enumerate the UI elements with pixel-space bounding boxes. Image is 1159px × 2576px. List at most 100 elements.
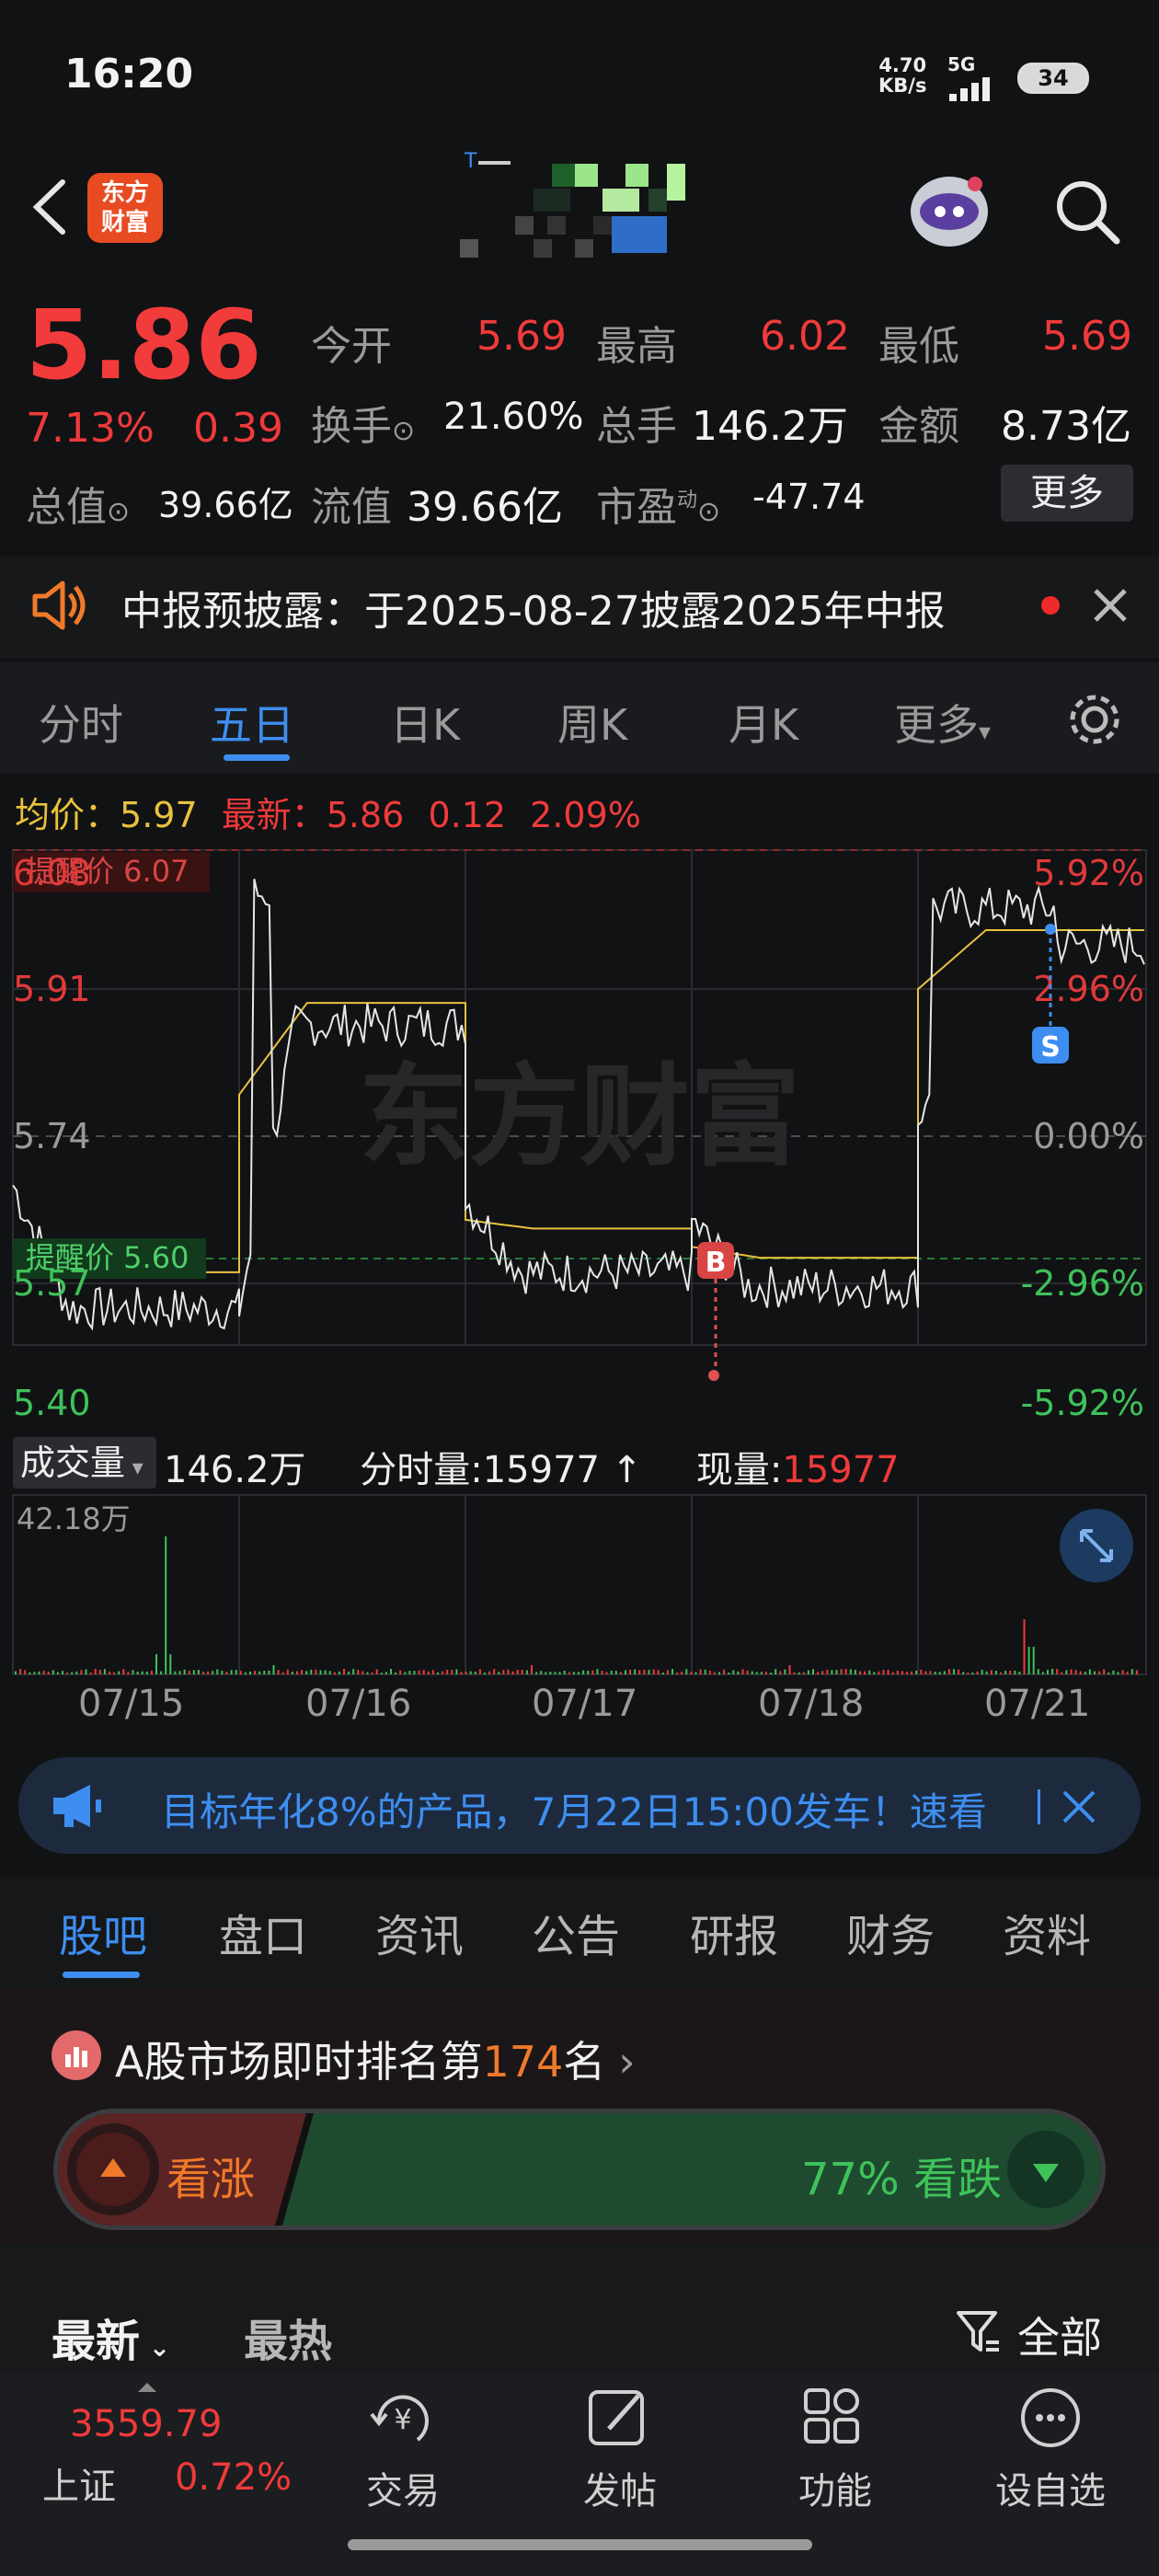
index-name[interactable]: 上证 (42, 2456, 116, 2510)
index-change[interactable]: 0.72% (175, 2456, 292, 2499)
tab-announcements[interactable]: 公告 (532, 1900, 620, 1964)
volume-bar (681, 1671, 683, 1674)
tab-daily-k[interactable]: 日K (390, 692, 460, 753)
latest-label: 最新： (221, 795, 327, 835)
volume-bar (165, 1536, 167, 1674)
volume-bar (498, 1672, 500, 1674)
ranking-chart-icon (52, 2030, 101, 2080)
volume-label: 总手 (596, 403, 677, 450)
volume-bar (178, 1671, 181, 1674)
nav-add-watchlist[interactable]: 设自选 (977, 2461, 1124, 2514)
volume-bar (981, 1670, 983, 1674)
latest-change-pct: 2.09% (530, 795, 641, 835)
apps-grid-icon[interactable] (798, 2385, 872, 2455)
app-logo[interactable]: 东方 财富 (87, 173, 163, 243)
volume-bar (605, 1672, 608, 1674)
tab-intraday[interactable]: 分时 (39, 692, 123, 753)
axis-left-tick-0: 6.08 (13, 853, 91, 893)
vote-up-label[interactable]: 看涨 (166, 2143, 255, 2207)
logo-text-bottom: 财富 (100, 209, 149, 236)
robot-assistant-icon[interactable] (903, 161, 995, 257)
volume-bar (361, 1671, 364, 1674)
back-icon[interactable] (26, 175, 72, 243)
tab-forum[interactable]: 股吧 (59, 1900, 147, 1964)
info-icon[interactable]: ⊙ (697, 496, 720, 528)
promo-text[interactable]: 目标年化8%的产品，7月22日15:00发车！速看 (161, 1781, 1035, 1837)
nav-trade[interactable]: 交易 (329, 2461, 476, 2514)
close-icon[interactable] (1090, 585, 1130, 629)
tab-profile[interactable]: 资料 (1003, 1900, 1091, 1964)
volume-bar (174, 1671, 177, 1674)
more-button[interactable]: 更多 (1001, 465, 1133, 522)
info-icon[interactable]: ⊙ (392, 415, 415, 447)
volume-bar (47, 1672, 50, 1674)
axis-right-tick-3: -2.96% (1021, 1263, 1144, 1304)
tab-monthly-k[interactable]: 月K (729, 692, 798, 753)
vote-down-label[interactable]: 看跌 (913, 2154, 1002, 2205)
market-ranking[interactable]: A股市场即时排名第174名 › (115, 2029, 636, 2089)
volume-bar (1084, 1672, 1086, 1674)
five-day-chart[interactable]: 东方财富 提醒价 6.07 提醒价 5.60 6.08 5.91 5.74 5.… (0, 837, 1159, 1748)
settings-gear-icon[interactable] (1065, 690, 1124, 753)
volume-indicator-selector[interactable]: 成交量 ▾ (13, 1437, 156, 1489)
volume-selector-label: 成交量 (20, 1443, 126, 1483)
volume-bar (967, 1672, 970, 1674)
tab-five-day[interactable]: 五日 (210, 692, 294, 753)
volume-bar (343, 1669, 345, 1674)
tab-research[interactable]: 研报 (690, 1900, 778, 1964)
filter-all[interactable]: 全部 (1017, 2305, 1102, 2365)
volume-bar (962, 1672, 965, 1674)
volume-bar (469, 1671, 472, 1674)
volume-bar (328, 1671, 331, 1674)
volume-bar (113, 1672, 116, 1674)
nav-functions[interactable]: 功能 (762, 2461, 909, 2514)
volume-bar (953, 1669, 955, 1674)
volume-bar (784, 1669, 786, 1674)
close-icon[interactable] (1061, 1788, 1097, 1829)
volume-bar (418, 1670, 420, 1674)
filter-icon[interactable] (955, 2307, 1003, 2359)
more-dots-icon[interactable] (1014, 2385, 1087, 2455)
tab-news[interactable]: 资讯 (375, 1900, 464, 1964)
feed-sort-hot[interactable]: 最热 (244, 2305, 332, 2369)
volume-bar (545, 1672, 547, 1674)
info-icon[interactable]: ⊙ (107, 496, 130, 528)
network-speed-value: 4.70 (878, 54, 927, 76)
volume-bar (558, 1672, 561, 1674)
volume-bar (446, 1670, 449, 1674)
tab-orderbook[interactable]: 盘口 (219, 1900, 307, 1964)
nav-post[interactable]: 发帖 (546, 2461, 694, 2514)
volume-bar (985, 1671, 988, 1674)
axis-right-tick-2: 0.00% (1033, 1116, 1144, 1156)
tab-more[interactable]: 更多▾ (894, 692, 991, 753)
notice-text[interactable]: 中报预披露：于2025-08-27披露2025年中报 (121, 578, 946, 637)
volume-bar (1047, 1670, 1049, 1674)
network-speed: 4.70 KB/s (878, 55, 926, 96)
date-tick-4: 07/21 (984, 1683, 1090, 1725)
edit-post-icon[interactable] (583, 2385, 657, 2455)
volume-bar (971, 1672, 974, 1674)
volume-bar (145, 1672, 148, 1674)
ranking-suffix: 名 (563, 2037, 606, 2087)
volume-bar (183, 1669, 186, 1674)
trade-icon[interactable]: ¥ (366, 2385, 440, 2455)
volume-bar (924, 1671, 927, 1674)
volume-bar (788, 1665, 791, 1674)
vote-down-button[interactable] (1000, 2123, 1092, 2215)
vote-up-button[interactable] (67, 2123, 159, 2215)
tab-weekly-k[interactable]: 周K (557, 692, 627, 753)
index-value[interactable]: 3559.79 (70, 2403, 222, 2445)
volume-bar (911, 1671, 913, 1674)
search-icon[interactable] (1050, 175, 1124, 252)
volume-bar (272, 1665, 275, 1674)
volume-bar (333, 1672, 336, 1674)
volume-bar (746, 1670, 749, 1674)
volume-bar (188, 1670, 190, 1674)
volume-bar (507, 1669, 510, 1674)
volume-bar (75, 1671, 78, 1674)
total-cap-label-text: 总值 (26, 484, 107, 531)
volume-bar (812, 1669, 814, 1674)
volume-bar (1000, 1672, 1002, 1674)
feed-sort-latest[interactable]: 最新 ⌄ (52, 2305, 170, 2369)
tab-financials[interactable]: 财务 (846, 1900, 935, 1964)
